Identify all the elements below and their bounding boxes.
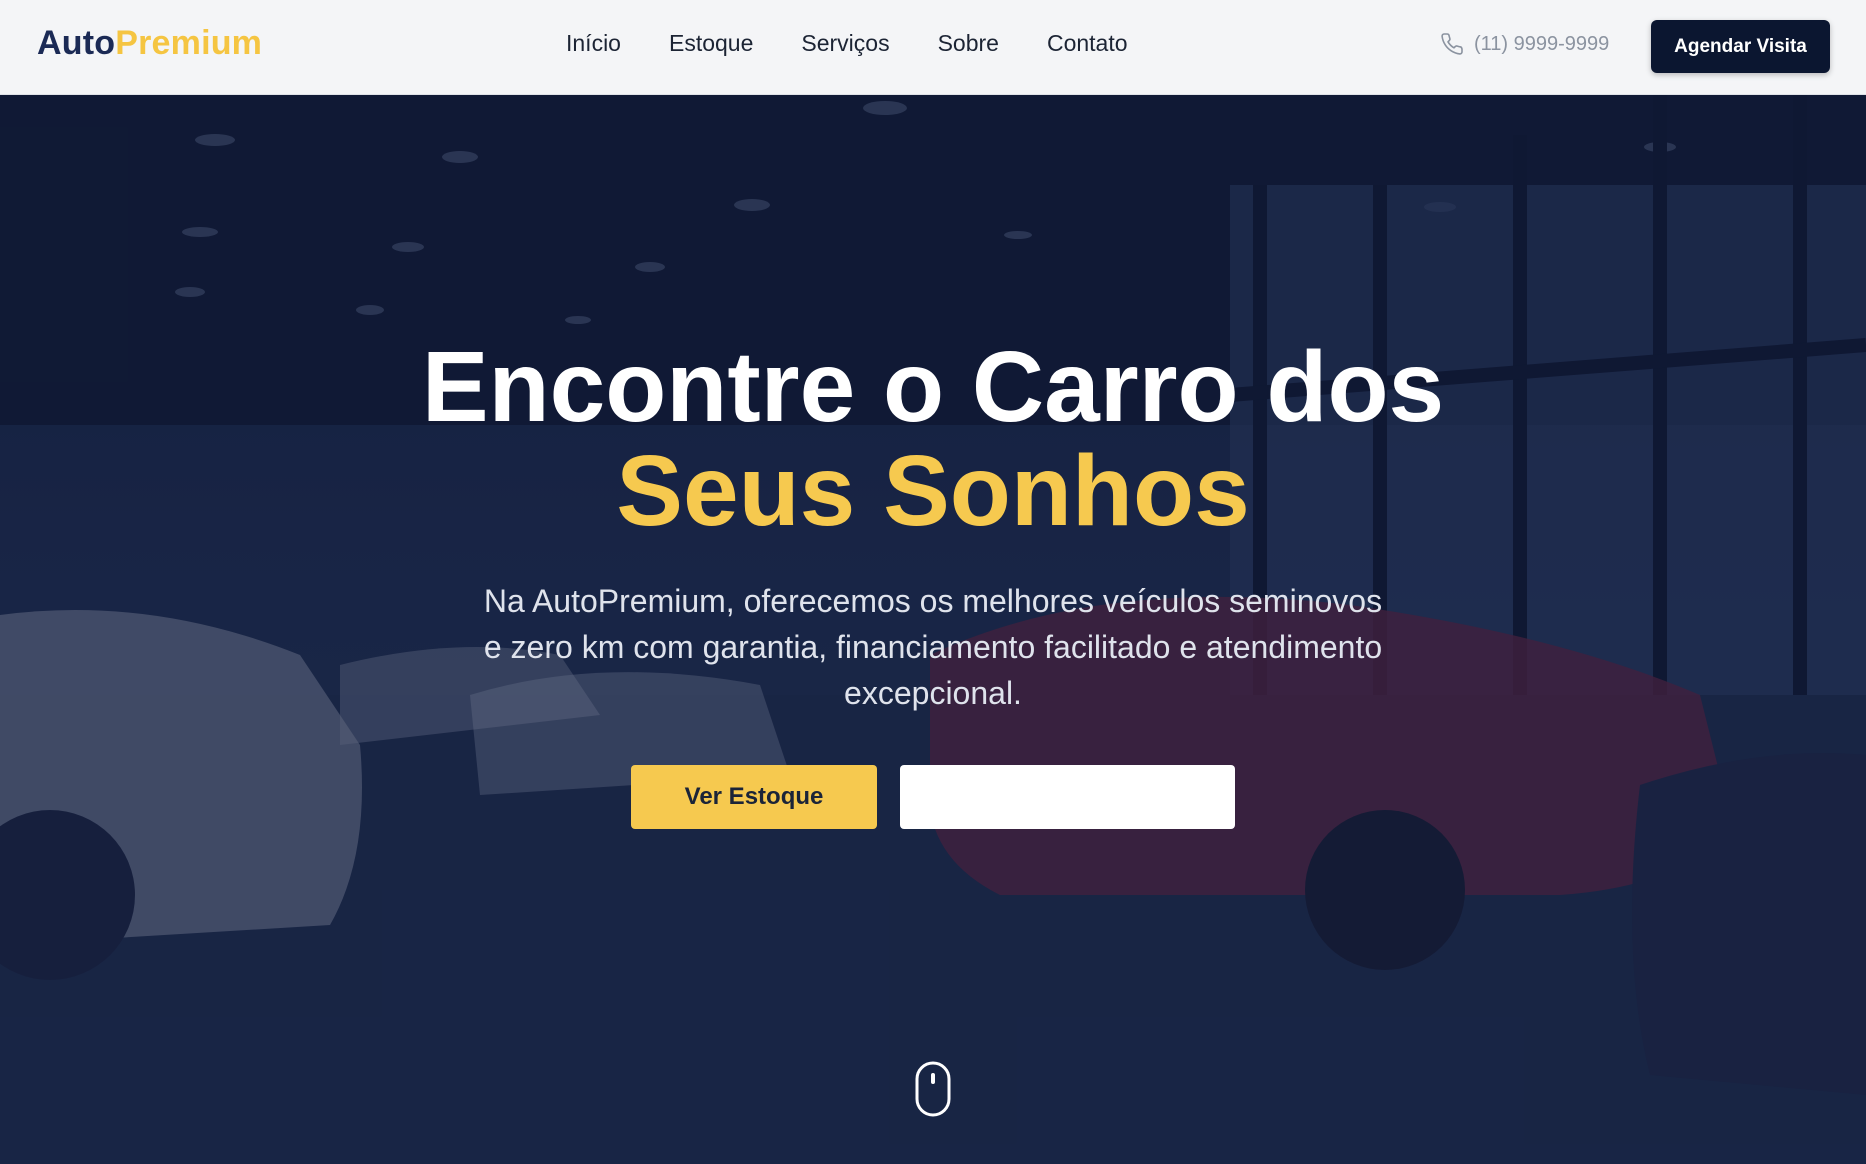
logo-text-auto: Auto: [37, 24, 116, 62]
site-header: AutoPremium Início Estoque Serviços Sobr…: [0, 0, 1866, 95]
hero-title: Encontre o Carro dos Seus Sonhos: [0, 335, 1866, 543]
phone-icon: [1441, 33, 1463, 55]
nav-link-sobre[interactable]: Sobre: [938, 30, 999, 57]
nav-link-estoque[interactable]: Estoque: [669, 30, 753, 57]
secondary-hero-button[interactable]: [900, 765, 1235, 829]
view-inventory-button[interactable]: Ver Estoque: [631, 765, 877, 829]
logo[interactable]: AutoPremium: [37, 24, 262, 63]
hero-title-line1: Encontre o Carro dos: [421, 331, 1445, 443]
mouse-scroll-icon[interactable]: [914, 1060, 952, 1118]
main-nav: Início Estoque Serviços Sobre Contato: [566, 30, 1128, 57]
nav-link-servicos[interactable]: Serviços: [801, 30, 889, 57]
schedule-visit-button[interactable]: Agendar Visita: [1651, 20, 1830, 73]
hero-title-line2: Seus Sonhos: [616, 435, 1250, 547]
hero-section: Encontre o Carro dos Seus Sonhos Na Auto…: [0, 95, 1866, 1164]
hero-subtitle: Na AutoPremium, oferecemos os melhores v…: [483, 583, 1383, 711]
nav-link-inicio[interactable]: Início: [566, 30, 621, 57]
logo-text-premium: Premium: [115, 24, 263, 62]
phone-contact[interactable]: (11) 9999-9999: [1440, 32, 1609, 56]
phone-number: (11) 9999-9999: [1474, 32, 1610, 55]
nav-link-contato[interactable]: Contato: [1047, 30, 1128, 57]
